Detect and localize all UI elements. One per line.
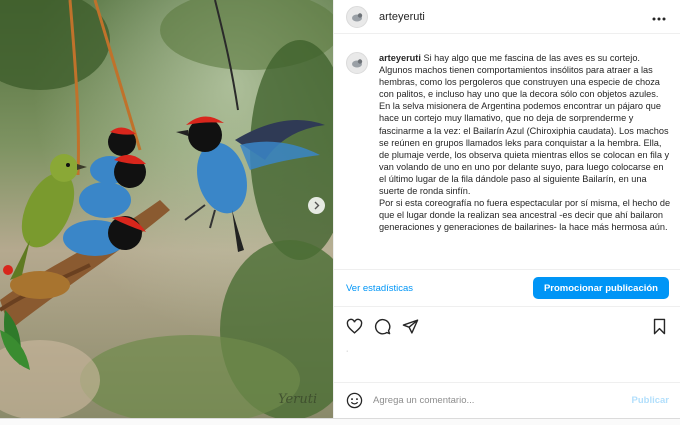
bird-scene-illustration	[0, 0, 333, 418]
page-bottom-border	[0, 418, 680, 425]
insights-bar: Ver estadísticas Promocionar publicación	[334, 269, 680, 307]
share-button[interactable]	[402, 318, 419, 335]
like-button[interactable]	[346, 318, 363, 335]
caption-block: arteyeruti Si hay algo que me fascina de…	[346, 52, 674, 233]
emoji-button[interactable]	[346, 392, 363, 409]
promote-post-button[interactable]: Promocionar publicación	[532, 277, 669, 299]
share-icon	[402, 318, 419, 334]
caption-username[interactable]: arteyeruti	[379, 53, 421, 63]
heart-icon	[346, 318, 363, 334]
caption-intro: Si hay algo que me fascina de las aves e…	[379, 53, 660, 100]
comment-button[interactable]	[374, 318, 391, 335]
ellipsis-icon	[652, 17, 666, 21]
view-insights-link[interactable]: Ver estadísticas	[346, 283, 413, 294]
post-header: arteyeruti	[334, 0, 680, 34]
bookmark-icon	[653, 318, 666, 334]
bird-avatar-icon	[352, 12, 363, 21]
bird-avatar-icon	[352, 59, 363, 68]
chevron-right-icon	[314, 201, 320, 210]
emoji-icon	[346, 392, 363, 409]
comment-input[interactable]	[373, 395, 632, 406]
post-username[interactable]: arteyeruti	[379, 11, 425, 23]
next-image-button[interactable]	[308, 197, 325, 214]
avatar[interactable]	[346, 5, 368, 28]
post-image[interactable]: Yeruti	[0, 0, 333, 418]
publish-comment-button[interactable]: Publicar	[632, 395, 670, 406]
watermark-signature: Yeruti	[278, 392, 318, 407]
caption-paragraph: Por si esta coreografía no fuera especta…	[379, 198, 671, 233]
comment-bar: Publicar	[334, 382, 680, 418]
more-options-button[interactable]	[652, 9, 666, 24]
caption-paragraph: En la selva misionera de Argentina podem…	[379, 101, 670, 197]
caption-avatar[interactable]	[346, 52, 368, 74]
caption-text: arteyeruti Si hay algo que me fascina de…	[379, 52, 671, 233]
save-button[interactable]	[651, 318, 668, 335]
comment-icon	[374, 318, 391, 334]
likes-marker: ·	[346, 348, 349, 355]
instagram-post: Yeruti arteyeruti arteyeruti Si hay algo…	[0, 0, 680, 418]
post-side-panel: arteyeruti arteyeruti Si hay algo que me…	[333, 0, 680, 418]
action-icons-row	[346, 317, 668, 335]
